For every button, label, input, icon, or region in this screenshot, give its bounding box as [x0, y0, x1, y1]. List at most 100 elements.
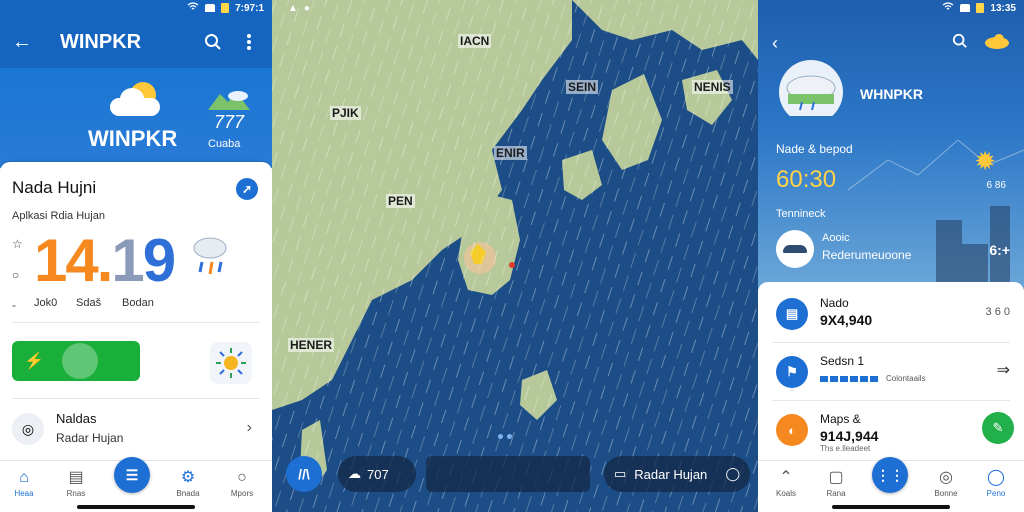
search-icon[interactable] [202, 31, 224, 53]
mountain-cloud-icon [208, 91, 250, 110]
lightning-toggle-button[interactable]: ⚡ [12, 341, 140, 381]
list-item-nado[interactable]: ▤ Nado 9X4,940 3 6 0 [758, 284, 1024, 340]
hero-condition: Cuaba [208, 138, 241, 150]
avatar[interactable] [776, 230, 814, 268]
mini-label-1: Jok0 [34, 297, 58, 309]
row-small: Ths e.lleadeet [820, 444, 871, 453]
phone-weather-home: 7:97:1 ← WINPKR WINPKR 777 Cuaba Nada Hu… [0, 0, 272, 512]
author-name: Aooic [822, 232, 850, 244]
nav-profile[interactable]: ◯ Peno [976, 467, 1016, 498]
detail-header: ‹ 13:35 WHNPKR Nade & bepod 60:30 ✹ 6 86… [758, 0, 1024, 290]
card-heading: Nada Hujni [12, 178, 97, 197]
rain-cloud-icon [779, 60, 843, 116]
radar-pill-button[interactable]: ▭ Radar Hujan ◯ [604, 456, 750, 492]
hero-location-name: WINPKR [88, 126, 178, 151]
cloud-rain-icon: ☁ [348, 466, 361, 481]
row-label: Nado [820, 296, 849, 310]
big-reading: 14.19 [34, 227, 176, 294]
list-item-maps[interactable]: ◐ Maps & 914J,944 Ths e.lleadeet ✎ [758, 400, 1024, 456]
detail-time: 60:30 [776, 166, 837, 193]
nav-bonne[interactable]: ◎ Bonne [926, 467, 966, 498]
list-item-radar[interactable]: ◎ Naldas Radar Hujan › [0, 407, 272, 457]
app-bar: ← WINPKR [0, 16, 272, 68]
timeline-bar[interactable] [426, 456, 590, 492]
detail-sheet: ▤ Nado 9X4,940 3 6 0 ⚑ Sedsn 1 Colontaai… [758, 282, 1024, 460]
gear-icon: ⚙ [180, 469, 196, 486]
home-indicator [832, 505, 950, 509]
status-bar: 13:35 [758, 0, 1024, 16]
temp-value: 707 [367, 466, 389, 482]
map-bottom-bar: //\ ☁ 707 ▭ Radar Hujan ◯ [272, 434, 758, 512]
nav-settings[interactable]: ⚙ Bnada [168, 467, 208, 498]
map-label: ENIR [494, 146, 527, 160]
status-bar: ▲ ● [272, 0, 758, 16]
chevron-right-icon: › [246, 419, 252, 436]
temp-pill[interactable]: ☁ 707 [338, 456, 416, 492]
layers-button[interactable]: //\ [286, 456, 322, 492]
list-icon: ▤ [68, 469, 84, 486]
hero-banner: WINPKR 777 Cuaba [0, 68, 272, 168]
grid-icon: ⋮⋮ [876, 466, 904, 483]
list-item-subtitle: Radar Hujan [56, 431, 124, 445]
status-time: 13:35 [990, 2, 1016, 14]
nav-rana[interactable]: ▢ Rana [816, 467, 856, 498]
rain-cloud-icon [193, 237, 227, 275]
detail-subtitle: Nade & bepod [776, 142, 853, 156]
weather-card: Nada Hujni ➚ Aplkasi Rdia Hujan ☆ ○ - 14… [0, 162, 272, 462]
signal-icon [205, 4, 216, 12]
app-title: WINPKR [60, 30, 142, 53]
list-item-sedsn[interactable]: ⚑ Sedsn 1 Colontaails ⇒ [758, 342, 1024, 398]
radar-pill-label: Radar Hujan [634, 466, 708, 482]
car-icon: ▭ [614, 466, 627, 481]
map-icon: ◐ [776, 414, 808, 446]
progress-label: Colontaails [886, 374, 926, 383]
detail-title: WHNPKR [860, 86, 923, 102]
row-label: Sedsn 1 [820, 354, 865, 368]
search-icon[interactable] [952, 33, 968, 54]
menu-fab-button[interactable]: ☰ [114, 457, 150, 493]
check-circle-icon: ◎ [939, 469, 953, 486]
home-indicator [77, 505, 195, 509]
toggle-knob [62, 343, 98, 379]
flag-icon: ⚑ [776, 356, 808, 388]
row-extra: 3 6 0 [985, 306, 1010, 318]
battery-icon [976, 3, 985, 13]
nav-list[interactable]: ▤ Rnas [56, 467, 96, 498]
user-icon: ◯ [987, 469, 1005, 486]
row-label: Maps & [820, 412, 861, 426]
map-label: SEIN [566, 80, 599, 94]
partly-cloudy-icon [106, 80, 164, 120]
row-value: 9X4,940 [820, 312, 873, 328]
chat-icon[interactable]: ✎ [982, 412, 1014, 444]
more-vertical-icon[interactable] [238, 31, 260, 53]
bottom-navigation: ⌃ Koals ▢ Rana ⋮⋮ ◎ Bonne ◯ Peno [758, 457, 1024, 512]
radar-map[interactable] [272, 0, 758, 512]
screens: 7:97:1 ← WINPKR WINPKR 777 Cuaba Nada Hu… [0, 0, 1024, 512]
bottom-navigation: ⌂ Heaa ▤ Rnas ☰ ⚙ Bnada ○ Mpors [0, 457, 272, 512]
map-label: HENER [288, 338, 335, 352]
back-arrow-icon[interactable]: ← [12, 31, 40, 54]
location-arrow-icon[interactable]: ➚ [236, 178, 258, 200]
circle-icon: ○ [237, 469, 247, 486]
section-label: Tennineck [776, 208, 826, 220]
map-label: PJIK [330, 106, 361, 120]
signal-icon [960, 4, 971, 12]
star-icon: ☆ [12, 237, 23, 251]
status-time: 7:97:1 [235, 2, 264, 14]
nav-home[interactable]: ⌂ Heaa [4, 467, 44, 498]
sun-rain-icon[interactable] [210, 342, 252, 384]
mini-label-2: Sdaš [76, 297, 102, 309]
cloud-icon[interactable] [984, 33, 1010, 54]
battery-icon [221, 3, 230, 13]
grid-fab-button[interactable]: ⋮⋮ [872, 457, 908, 493]
mini-label-3: Bodan [122, 297, 154, 309]
circle-icon: ○ [12, 268, 20, 282]
nav-more[interactable]: ○ Mpors [222, 467, 262, 498]
dash-icon: - [12, 298, 16, 312]
nav-koals[interactable]: ⌃ Koals [766, 467, 806, 498]
divider [12, 322, 260, 323]
phone-radar-map: ▲ ● IACN SEIN NENIS PJIK ENIR PEN HENER … [272, 0, 758, 512]
home-icon: ⌂ [19, 469, 29, 486]
back-chevron-icon[interactable]: ‹ [772, 33, 778, 54]
up-icon: ⌃ [779, 469, 793, 486]
